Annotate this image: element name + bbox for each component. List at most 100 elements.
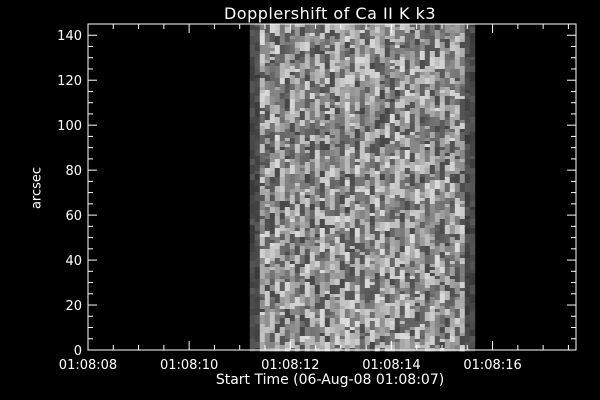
- heatmap-cell: [299, 327, 306, 337]
- heatmap-cell: [439, 120, 446, 130]
- heatmap-cell: [374, 201, 381, 208]
- heatmap-cell: [444, 135, 451, 145]
- heatmap-cell: [394, 177, 401, 187]
- heatmap-cell: [439, 96, 446, 103]
- heatmap-cell: [344, 129, 351, 133]
- heatmap-cell: [304, 108, 311, 112]
- heatmap-cell: [359, 336, 366, 340]
- heatmap-cell: [389, 198, 396, 208]
- heatmap-cell: [274, 228, 281, 238]
- heatmap-cell: [359, 225, 366, 235]
- heatmap-cell: [439, 327, 446, 334]
- heatmap-cell: [384, 36, 391, 40]
- heatmap-cell: [394, 147, 401, 151]
- heatmap-cell: [399, 57, 406, 67]
- heatmap-cell: [429, 228, 436, 235]
- heatmap-cell: [264, 249, 271, 259]
- heatmap-cell: [324, 186, 331, 190]
- heatmap-cell: [269, 201, 276, 208]
- heatmap-cell: [274, 45, 281, 55]
- heatmap-cell: [264, 153, 271, 157]
- heatmap-cell: [359, 285, 366, 295]
- heatmap-cell: [429, 336, 436, 346]
- heatmap-cell: [264, 273, 271, 280]
- heatmap-cell: [414, 93, 421, 100]
- heatmap-cell: [289, 249, 296, 256]
- heatmap-cell: [379, 234, 386, 244]
- heatmap-cell: [389, 309, 396, 319]
- heatmap-cell: [434, 72, 441, 82]
- heatmap-cell: [379, 153, 386, 160]
- heatmap-cell: [269, 141, 276, 148]
- heatmap-cell: [344, 57, 351, 61]
- heatmap-cell: [449, 69, 456, 79]
- heatmap-cell: [414, 312, 421, 322]
- heatmap-cell: [304, 60, 311, 64]
- heatmap-cell: [419, 339, 426, 343]
- heatmap-cell: [334, 270, 341, 274]
- heatmap-cell: [434, 156, 441, 160]
- heatmap-cell: [289, 333, 296, 337]
- heatmap-cell: [274, 132, 281, 136]
- heatmap-cell: [294, 147, 301, 154]
- heatmap-cell: [449, 132, 456, 139]
- heatmap-cell: [404, 330, 411, 334]
- heatmap-cell: [429, 36, 436, 40]
- heatmap-cell: [294, 165, 301, 175]
- heatmap-cell: [254, 288, 261, 298]
- heatmap-cell: [409, 30, 416, 34]
- heatmap-cell: [454, 225, 461, 235]
- heatmap-cell: [419, 192, 426, 196]
- heatmap-cell: [409, 132, 416, 136]
- heatmap-cell: [449, 276, 456, 280]
- heatmap-cell: [344, 282, 351, 292]
- heatmap-cell: [384, 273, 391, 280]
- heatmap-cell: [259, 153, 266, 163]
- heatmap-cell: [269, 147, 276, 154]
- heatmap-cell: [424, 45, 431, 52]
- heatmap-cell: [434, 69, 441, 73]
- heatmap-cell: [389, 141, 396, 145]
- heatmap-cell: [439, 93, 446, 97]
- heatmap-cell: [444, 165, 451, 172]
- heatmap-cell: [284, 282, 291, 292]
- heatmap-cell: [324, 180, 331, 187]
- heatmap-cell: [354, 102, 361, 106]
- heatmap-cell: [349, 318, 356, 325]
- heatmap-cell: [284, 27, 291, 34]
- heatmap-cell: [269, 252, 276, 259]
- heatmap-cell: [419, 210, 426, 214]
- heatmap-cell: [279, 45, 286, 55]
- heatmap-cell: [319, 141, 326, 151]
- heatmap-cell: [269, 312, 276, 322]
- heatmap-cell: [429, 90, 436, 97]
- heatmap-cell: [344, 273, 351, 283]
- heatmap-cell: [299, 63, 306, 70]
- heatmap-cell: [369, 90, 376, 97]
- heatmap-cell: [409, 48, 416, 52]
- heatmap-cell: [464, 99, 471, 109]
- heatmap-cell: [309, 306, 316, 313]
- heatmap-cell: [389, 342, 396, 346]
- heatmap-cell: [464, 192, 471, 196]
- heatmap-cell: [389, 135, 396, 142]
- heatmap-cell: [379, 105, 386, 115]
- heatmap-cell: [319, 75, 326, 79]
- heatmap-cell: [294, 261, 301, 265]
- heatmap-cell: [369, 318, 376, 322]
- heatmap-cell: [254, 81, 261, 88]
- heatmap-cell: [264, 33, 271, 43]
- heatmap-cell: [349, 75, 356, 85]
- heatmap-cell: [344, 180, 351, 187]
- heatmap-cell: [434, 81, 441, 91]
- heatmap-cell: [314, 309, 321, 316]
- heatmap-cell: [374, 33, 381, 37]
- heatmap-cell: [464, 228, 471, 235]
- heatmap-cell: [464, 258, 471, 262]
- heatmap-cell: [339, 255, 346, 262]
- heatmap-cell: [269, 342, 276, 349]
- heatmap-cell: [349, 210, 356, 220]
- heatmap-cell: [289, 63, 296, 67]
- heatmap-cell: [384, 318, 391, 328]
- heatmap-cell: [364, 27, 371, 31]
